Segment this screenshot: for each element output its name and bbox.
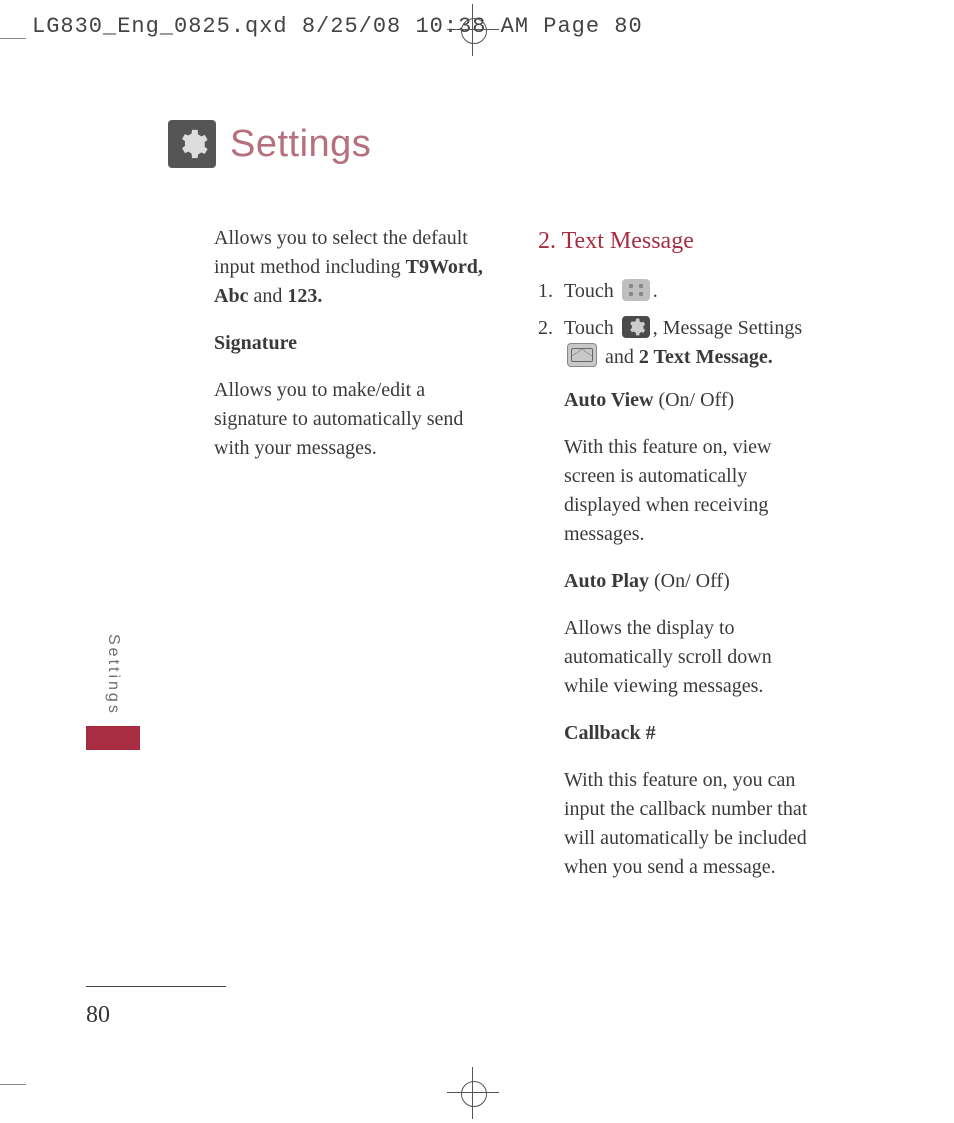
text: Touch [564,280,619,302]
left-column: Allows you to select the default input m… [214,224,492,908]
text: and [600,346,639,368]
footer-rule [86,986,226,987]
entry-mode-paragraph: Allows you to select the default input m… [214,224,492,311]
text-bold: 123. [287,285,322,307]
message-icon [567,343,597,367]
callback-heading: Callback # [564,719,816,748]
auto-play-heading: Auto Play (On/ Off) [564,567,816,596]
auto-view-heading: Auto View (On/ Off) [564,386,816,415]
settings-icon [168,120,216,168]
signature-paragraph: Allows you to make/edit a signature to a… [214,376,492,463]
print-slug: LG830_Eng_0825.qxd 8/25/08 10:38 AM Page… [32,14,643,39]
side-tab: Settings [86,634,140,750]
page-number: 80 [86,1002,110,1029]
side-tab-label: Settings [104,634,122,716]
text: (On/ Off) [658,389,734,411]
settings-chip-icon [622,316,650,338]
step-number: 1. [538,277,556,306]
text: , Message Settings [653,317,802,339]
text-bold: Auto View [564,389,658,411]
text-bold: 2 Text Message. [639,346,773,368]
text: (On/ Off) [654,570,730,592]
step-2: 2. Touch , Message Settings and 2 Text M… [538,314,816,900]
registration-mark-top [455,12,491,48]
text: . [653,280,658,302]
right-column: 2. Text Message 1. Touch . 2. Touch , Me… [538,224,816,908]
callback-paragraph: With this feature on, you can input the … [564,766,816,882]
trim-mark-bottom-left [0,1084,26,1085]
auto-view-paragraph: With this feature on, view screen is aut… [564,433,816,549]
page-title: Settings [230,123,371,166]
trim-mark-top-left [0,38,26,39]
text: and [248,285,287,307]
step-1: 1. Touch . [538,277,816,306]
signature-heading: Signature [214,329,492,358]
text: Touch [564,317,619,339]
section-heading-text-message: 2. Text Message [538,224,816,259]
side-tab-bar [86,726,140,750]
apps-grid-icon [622,279,650,301]
step-number: 2. [538,314,556,900]
registration-mark-bottom [455,1075,491,1111]
text-bold: Auto Play [564,570,654,592]
auto-play-paragraph: Allows the display to automatically scro… [564,614,816,701]
